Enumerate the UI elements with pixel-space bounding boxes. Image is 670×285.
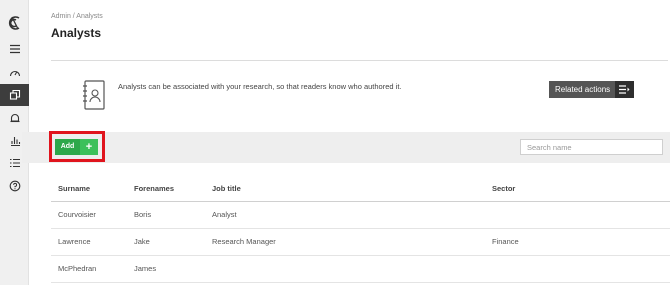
column-header-forenames[interactable]: Forenames xyxy=(127,176,205,202)
breadcrumb: Admin / Analysts xyxy=(51,13,103,20)
cell-job-title: Analyst xyxy=(205,201,485,229)
cell-surname: Lawrence xyxy=(51,228,127,256)
analysts-icon[interactable] xyxy=(0,84,29,106)
column-header-surname[interactable]: Surname xyxy=(51,176,127,202)
cell-job-title: Research Manager xyxy=(205,228,485,256)
page-title: Analysts xyxy=(51,26,102,40)
table-row[interactable]: Lawrence Jake Research Manager Finance xyxy=(51,228,670,256)
cell-sector xyxy=(485,255,670,283)
cell-sector xyxy=(485,201,670,229)
cell-sector: Finance xyxy=(485,228,670,256)
cell-forenames: Boris xyxy=(127,201,205,229)
bell-icon[interactable] xyxy=(0,107,29,129)
table-row[interactable]: McPhedran James xyxy=(51,255,670,283)
plus-icon: + xyxy=(80,139,98,155)
analysts-table: Surname Forenames Job title Sector Courv… xyxy=(51,176,670,283)
dashboard-icon[interactable] xyxy=(0,62,29,84)
logo-icon[interactable] xyxy=(0,11,29,35)
cell-job-title xyxy=(205,255,485,283)
add-button-label: Add xyxy=(55,139,80,155)
address-book-icon xyxy=(82,80,106,115)
column-header-sector[interactable]: Sector xyxy=(485,176,670,202)
column-header-job-title[interactable]: Job title xyxy=(205,176,485,202)
cell-forenames: Jake xyxy=(127,228,205,256)
menu-icon[interactable] xyxy=(0,38,29,60)
divider xyxy=(51,60,668,61)
help-icon[interactable] xyxy=(0,175,29,197)
search-name-input[interactable] xyxy=(520,139,663,155)
add-analyst-button[interactable]: Add + xyxy=(55,139,98,155)
table-row[interactable]: Courvoisier Boris Analyst xyxy=(51,201,670,229)
cell-surname: Courvoisier xyxy=(51,201,127,229)
table-header-row: Surname Forenames Job title Sector xyxy=(51,176,670,202)
related-actions-menu-icon[interactable] xyxy=(615,81,634,98)
cell-surname: McPhedran xyxy=(51,255,127,283)
cell-forenames: James xyxy=(127,255,205,283)
info-text: Analysts can be associated with your res… xyxy=(118,82,402,91)
